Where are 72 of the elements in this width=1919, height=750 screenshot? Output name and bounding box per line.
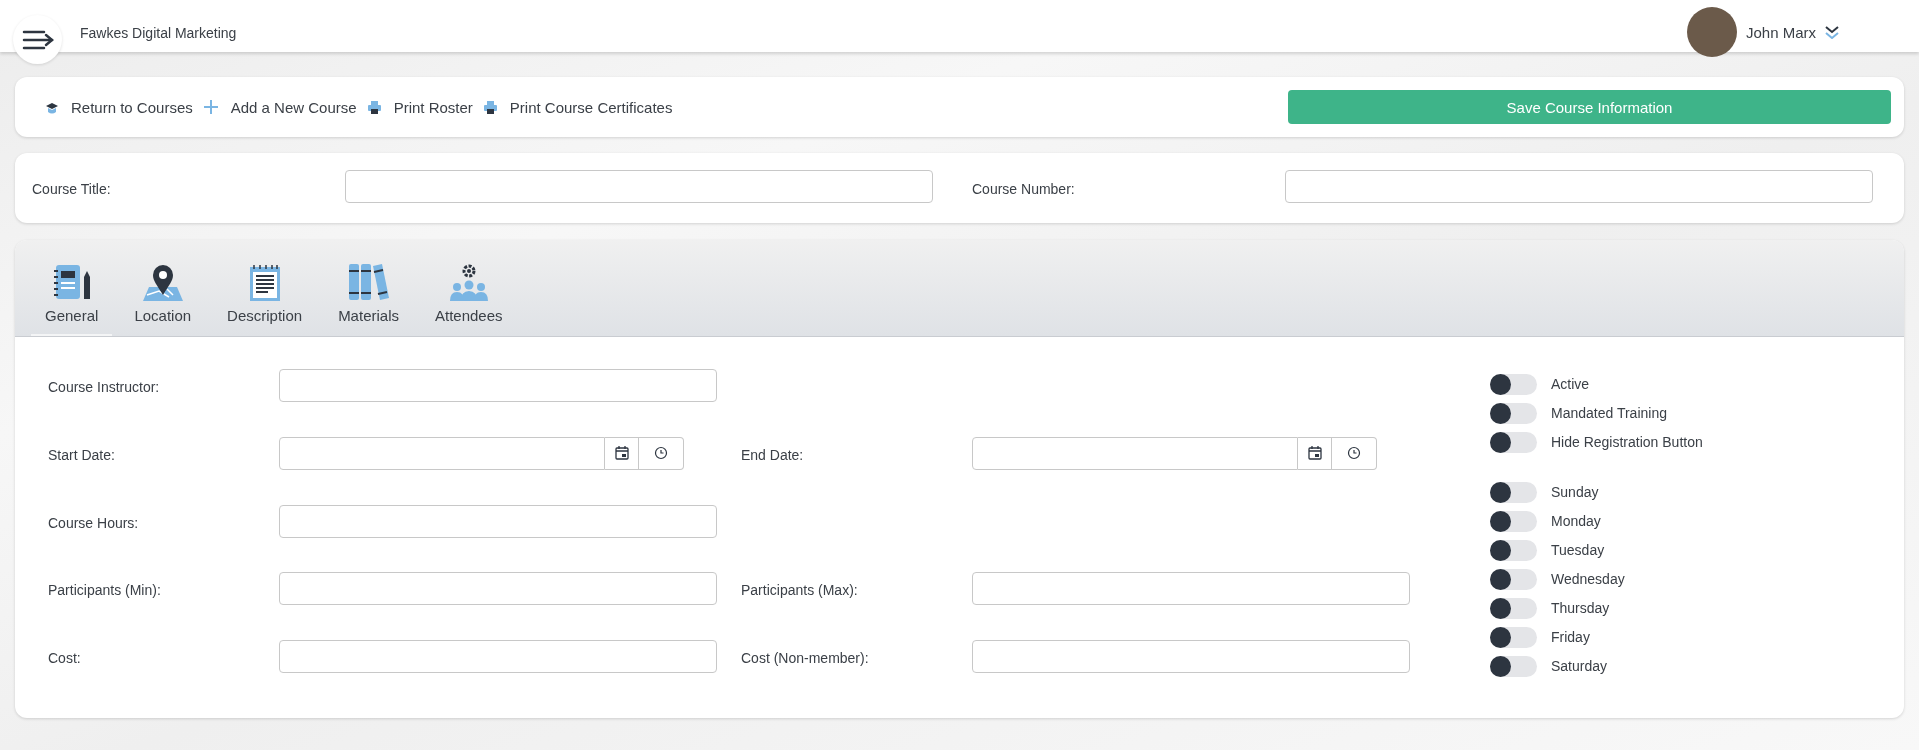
field-label: Course Hours:: [48, 513, 140, 533]
toggle-label: Friday: [1551, 629, 1590, 645]
notebook-pencil-icon: [51, 263, 92, 301]
map-pin-icon: [142, 263, 183, 301]
menu-button[interactable]: [13, 15, 62, 64]
tab[interactable]: Materials: [324, 263, 413, 336]
toggle-label: Sunday: [1551, 484, 1599, 500]
toggle-label: Thursday: [1551, 600, 1610, 616]
time-button[interactable]: [639, 436, 684, 470]
field-label: Course Number:: [972, 180, 1076, 197]
toggle-switch[interactable]: [1490, 402, 1537, 424]
tab[interactable]: General: [31, 263, 113, 336]
printer-icon: [366, 99, 382, 115]
input-field[interactable]: [279, 369, 717, 402]
field-label: Participants (Max):: [741, 581, 859, 601]
field-label: Course Title:: [32, 180, 112, 197]
toggle-switch[interactable]: [1490, 373, 1537, 395]
input-field[interactable]: [279, 572, 717, 606]
clock-icon: [654, 446, 668, 461]
menu-icon: [21, 28, 54, 51]
toggle-switch[interactable]: [1490, 481, 1537, 503]
field-label: Participants (Min):: [48, 581, 162, 601]
input-field[interactable]: [972, 572, 1410, 606]
calendar-button[interactable]: [1298, 436, 1332, 470]
graduation-cap-icon: [45, 100, 59, 114]
toggle-label: Hide Registration Button: [1551, 434, 1703, 450]
calendar-icon: [614, 446, 629, 461]
input-field[interactable]: [972, 640, 1410, 674]
toggle-label: Mandated Training: [1551, 405, 1667, 421]
field-label: Course Instructor:: [48, 378, 161, 397]
people-gear-icon: [448, 263, 489, 301]
clock-icon: [1347, 446, 1361, 461]
date-field[interactable]: [279, 436, 605, 470]
toolbar-link[interactable]: Print Roster: [366, 98, 477, 116]
toggle-switch[interactable]: [1490, 568, 1537, 590]
toggle-switch[interactable]: [1490, 597, 1537, 619]
tab[interactable]: Location: [120, 263, 206, 336]
toolbar-link[interactable]: Add a New Course: [202, 98, 361, 116]
company-name: Fawkes Digital Marketing: [80, 25, 237, 41]
tab[interactable]: Description: [213, 263, 317, 336]
plus-icon: [202, 99, 219, 115]
toggle-switch[interactable]: [1490, 510, 1537, 532]
input-field[interactable]: [1285, 170, 1873, 203]
toggle-switch[interactable]: [1490, 655, 1537, 677]
toggle-switch[interactable]: [1490, 431, 1537, 453]
calendar-icon: [1307, 446, 1322, 461]
toggle-label: Monday: [1551, 513, 1601, 529]
field-label: Cost:: [48, 649, 82, 669]
user-name[interactable]: John Marx: [1745, 23, 1816, 41]
tab[interactable]: Attendees: [421, 263, 517, 336]
input-field[interactable]: [345, 170, 933, 203]
chevron-down-icon: [1825, 25, 1839, 39]
toggle-switch[interactable]: [1490, 539, 1537, 561]
time-button[interactable]: [1332, 436, 1377, 470]
field-label: Cost (Non-member):: [741, 649, 870, 669]
printer-icon: [482, 99, 498, 115]
notepad-icon: [247, 263, 282, 301]
toggle-label: Active: [1551, 376, 1590, 392]
field-label: Start Date:: [48, 445, 116, 465]
toggle-label: Wednesday: [1551, 571, 1625, 587]
input-field[interactable]: [279, 640, 717, 674]
toggle-switch[interactable]: [1490, 626, 1537, 648]
toolbar-link[interactable]: Return to Courses: [45, 98, 197, 116]
toolbar-link[interactable]: Print Course Certificates: [482, 98, 677, 116]
calendar-button[interactable]: [605, 436, 639, 470]
toggle-label: Tuesday: [1551, 542, 1605, 558]
books-icon: [347, 263, 390, 301]
field-label: End Date:: [741, 445, 805, 465]
avatar[interactable]: [1686, 7, 1737, 57]
toggle-label: Saturday: [1551, 658, 1608, 674]
date-field[interactable]: [972, 436, 1298, 470]
input-field[interactable]: [279, 504, 717, 538]
